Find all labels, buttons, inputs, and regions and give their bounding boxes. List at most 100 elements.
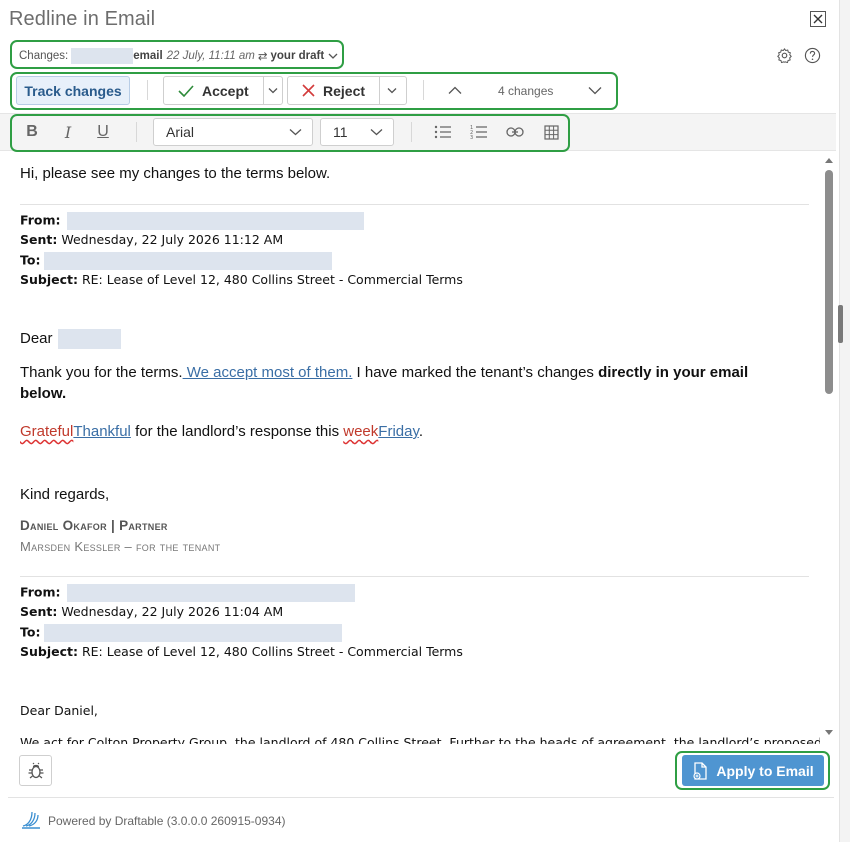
bold-button[interactable]: B [21,121,43,143]
para2-text: for the landlord’s response this [130,423,344,440]
signature-name: Daniel Okafor | Partner [20,518,168,533]
underline-icon: U [97,123,109,140]
bullet-list-button[interactable] [432,121,454,143]
x-icon [302,84,315,97]
chevron-up-icon [448,86,462,94]
header2-to: To: [20,624,343,642]
accept-label: Accept [202,82,249,99]
scrollbar-thumb[interactable] [825,170,833,394]
redacted-to [44,252,333,270]
subject-value: RE: Lease of Level 12, 480 Collins Stree… [78,272,463,287]
chevron-down-icon [268,88,278,94]
salutation: Dear [20,329,121,349]
bug-icon [28,762,43,778]
para1-text: Thank you for the terms. [20,364,183,381]
link-icon [506,127,524,137]
inserted-text: Thankful [73,423,131,440]
changes-timestamp: 22 July, 11:11 am [166,50,255,62]
italic-button[interactable]: I [57,121,79,143]
panel-title: Redline in Email [9,8,156,30]
from-label: From: [20,584,61,600]
redacted-to [44,624,343,642]
reject-label: Reject [323,82,366,99]
chevron-down-icon [370,129,383,136]
chevron-down-icon [588,86,602,94]
reject-split-button: Reject [287,76,407,105]
reject-button[interactable]: Reject [288,77,379,104]
toolbar-divider [411,122,412,142]
reject-dropdown[interactable] [379,77,403,104]
powered-by: Powered by Draftable (3.0.0.0 260915-093… [48,814,286,828]
document-apply-icon [693,761,708,780]
draftable-logo-icon [22,811,40,829]
accept-button[interactable]: Accept [164,77,263,104]
to-label: To: [20,624,41,640]
scroll-down-icon[interactable] [824,729,834,737]
toolbar-divider [423,80,424,100]
changes-label: Changes: [19,50,69,62]
bullet-list-icon [434,125,451,139]
deleted-text: week [343,423,379,440]
divider [20,204,809,205]
para1-text-2: I have marked the tenant’s changes [352,364,599,381]
inserted-text: We accept most of them. [182,364,353,381]
chevron-down-icon [387,88,396,94]
header1-from: From: [20,212,364,230]
toolbar-divider [136,122,137,142]
chevron-down-icon [289,129,302,136]
scroll-up-icon[interactable] [824,156,834,164]
chevron-down-icon [328,53,338,59]
outer-scrollbar-thumb[interactable] [838,305,843,343]
numbered-list-button[interactable]: 123 [468,121,490,143]
header2-subject: Subject: RE: Lease of Level 12, 480 Coll… [20,644,463,659]
sent-value: Wednesday, 22 July 2026 11:12 AM [57,232,284,247]
close-button[interactable] [810,11,826,27]
inserted-text: Friday [378,423,419,440]
help-button[interactable] [803,46,821,64]
table-button[interactable] [540,121,562,143]
subject-label: Subject: [20,644,78,659]
previous-change-button[interactable] [446,81,464,99]
svg-text:3: 3 [470,135,473,140]
header1-sent: Sent: Wednesday, 22 July 2026 11:12 AM [20,232,283,247]
check-icon [178,84,194,97]
divider [20,576,809,577]
bold-icon: B [26,123,38,140]
to-label: To: [20,252,41,268]
para2-end: . [418,423,424,440]
numbered-list-icon: 123 [470,125,487,140]
swap-icon: ⇄ [257,51,268,63]
from-label: From: [20,212,61,228]
next-change-button[interactable] [586,81,604,99]
paragraph-1: Thank you for the terms. We accept most … [20,362,790,404]
changes-selector[interactable]: Changes: email 22 July, 11:11 am ⇄ your … [19,48,338,64]
header2-from: From: [20,584,355,602]
header1-subject: Subject: RE: Lease of Level 12, 480 Coll… [20,272,463,287]
track-changes-button[interactable]: Track changes [16,76,130,105]
redacted-sender [71,48,134,64]
font-size-select[interactable]: 11 [320,118,394,146]
accept-dropdown[interactable] [262,77,282,104]
header2-sent: Sent: Wednesday, 22 July 2026 11:04 AM [20,604,283,619]
subject-label: Subject: [20,272,78,287]
italic-icon: I [64,122,72,142]
email-editor[interactable]: Hi, please see my changes to the terms b… [0,152,820,744]
font-size-value: 11 [333,124,348,140]
underline-button[interactable]: U [92,121,114,143]
changes-source: email [133,50,163,62]
apply-label: Apply to Email [716,762,814,779]
link-button[interactable] [504,121,526,143]
report-bug-button[interactable] [19,755,52,786]
apply-to-email-button[interactable]: Apply to Email [682,755,824,786]
changes-target: your draft [270,50,325,62]
changes-count: 4 changes [498,84,554,98]
table-icon [543,124,559,140]
redacted-from [66,584,355,602]
deleted-text: Grateful [20,423,74,440]
font-family-value: Arial [166,124,195,140]
salutation-2: Dear Daniel, [20,703,98,718]
settings-button[interactable] [775,46,793,64]
accept-split-button: Accept [163,76,283,105]
font-family-select[interactable]: Arial [153,118,313,146]
subject-value: RE: Lease of Level 12, 480 Collins Stree… [78,644,463,659]
